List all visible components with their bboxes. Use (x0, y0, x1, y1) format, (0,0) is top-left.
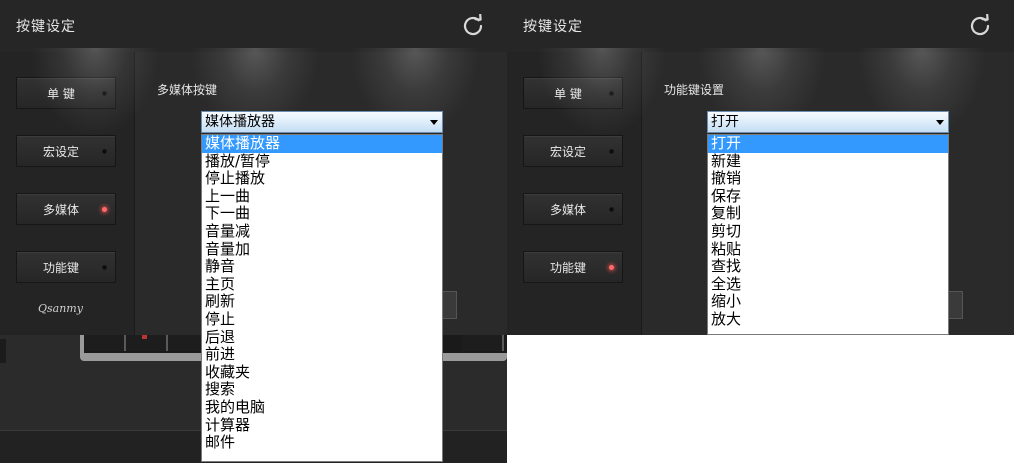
dropdown-option[interactable]: 音量加 (202, 240, 442, 259)
multimedia-button[interactable]: 多媒体 (16, 193, 116, 225)
dropdown-option[interactable]: 计算器 (202, 416, 442, 435)
dropdown-option[interactable]: 撤销 (708, 170, 948, 188)
dropdown-option[interactable]: 播放/暂停 (202, 152, 442, 171)
hidden-button-edge[interactable] (948, 291, 963, 319)
multimedia-button[interactable]: 多媒体 (523, 193, 623, 225)
dropdown-option[interactable]: 查找 (708, 258, 948, 276)
button-label: 多媒体 (42, 203, 79, 217)
title-bar: 按键设定 (0, 0, 507, 52)
macro-settings-button[interactable]: 宏设定 (523, 135, 623, 167)
dropdown-option[interactable]: 保存 (708, 187, 948, 206)
dropdown-option[interactable]: 打开 (708, 134, 948, 153)
button-label: 宏设定 (42, 145, 79, 159)
dropdown-option[interactable]: 邮件 (202, 433, 442, 452)
dropdown-option[interactable]: 粘贴 (708, 240, 948, 259)
chevron-down-icon[interactable] (430, 120, 438, 125)
dropdown-option[interactable]: 停止播放 (202, 170, 442, 188)
dropdown-option[interactable]: 媒体播放器 (202, 134, 442, 153)
function-key-button[interactable]: 功能键 (16, 251, 116, 283)
button-label: 单 键 (47, 87, 75, 101)
section-label: 多媒体按键 (157, 83, 218, 97)
window-title: 按键设定 (523, 19, 583, 35)
dropdown-option[interactable]: 静音 (202, 258, 442, 276)
led-indicator (609, 207, 614, 212)
led-indicator (102, 265, 107, 270)
dropdown-option[interactable]: 我的电脑 (202, 398, 442, 417)
dropdown-option[interactable]: 主页 (202, 275, 442, 294)
dropdown-option[interactable]: 下一曲 (202, 205, 442, 223)
dropdown-option[interactable]: 新建 (708, 152, 948, 171)
macro-settings-button[interactable]: 宏设定 (16, 135, 116, 167)
dropdown-option[interactable]: 全选 (708, 275, 948, 294)
sidebar: 单 键 宏设定 多媒体 功能键 Qsanmy (0, 52, 135, 335)
button-label: 单 键 (554, 87, 582, 101)
window-title: 按键设定 (16, 19, 76, 35)
hidden-button-edge[interactable] (442, 291, 457, 319)
brand-logo: Qsanmy (38, 302, 83, 315)
led-indicator-active (609, 265, 614, 270)
single-key-button[interactable]: 单 键 (523, 77, 623, 109)
button-label: 功能键 (42, 261, 79, 275)
dropdown-option[interactable]: 收藏夹 (202, 363, 442, 382)
dropdown-option[interactable]: 剪切 (708, 222, 948, 241)
multimedia-key-options: 媒体播放器 播放/暂停 停止播放 上一曲 下一曲 音量减 音量加 静音 主页 刷新 停止 后退 前进 收藏… (201, 134, 443, 462)
led-indicator-active (102, 207, 107, 212)
dropdown-option[interactable]: 上一曲 (202, 187, 442, 206)
chevron-down-icon[interactable] (936, 120, 944, 125)
function-key-options: 打开 新建 撤销 保存 复制 剪切 粘贴 查找 全选 缩小 放大 (707, 134, 949, 335)
dropdown-option[interactable]: 刷新 (202, 293, 442, 311)
dropdown-option[interactable]: 前进 (202, 346, 442, 364)
led-indicator (102, 91, 107, 96)
dropdown-option[interactable]: 缩小 (708, 293, 948, 311)
function-key-button[interactable]: 功能键 (523, 251, 623, 283)
button-label: 功能键 (549, 261, 586, 275)
refresh-icon[interactable] (968, 14, 992, 38)
dropdown-option[interactable]: 放大 (708, 310, 948, 329)
button-label: 多媒体 (549, 203, 586, 217)
dropdown-option[interactable]: 停止 (202, 310, 442, 329)
select-value: 媒体播放器 (205, 114, 275, 130)
dropdown-option[interactable]: 复制 (708, 205, 948, 223)
section-label: 功能键设置 (664, 83, 725, 97)
led-indicator (609, 149, 614, 154)
single-key-button[interactable]: 单 键 (16, 77, 116, 109)
led-indicator (102, 149, 107, 154)
title-bar: 按键设定 (507, 0, 1014, 52)
function-key-select[interactable]: 打开 (707, 111, 949, 133)
background-side-tab (0, 339, 6, 363)
sidebar: 单 键 宏设定 多媒体 功能键 (507, 52, 642, 335)
dropdown-option[interactable]: 搜索 (202, 381, 442, 399)
select-value: 打开 (711, 114, 739, 130)
dropdown-option[interactable]: 音量减 (202, 222, 442, 241)
button-label: 宏设定 (549, 145, 586, 159)
dropdown-option[interactable]: 后退 (202, 328, 442, 347)
led-indicator (609, 91, 614, 96)
multimedia-key-select[interactable]: 媒体播放器 (201, 111, 443, 133)
refresh-icon[interactable] (461, 14, 485, 38)
